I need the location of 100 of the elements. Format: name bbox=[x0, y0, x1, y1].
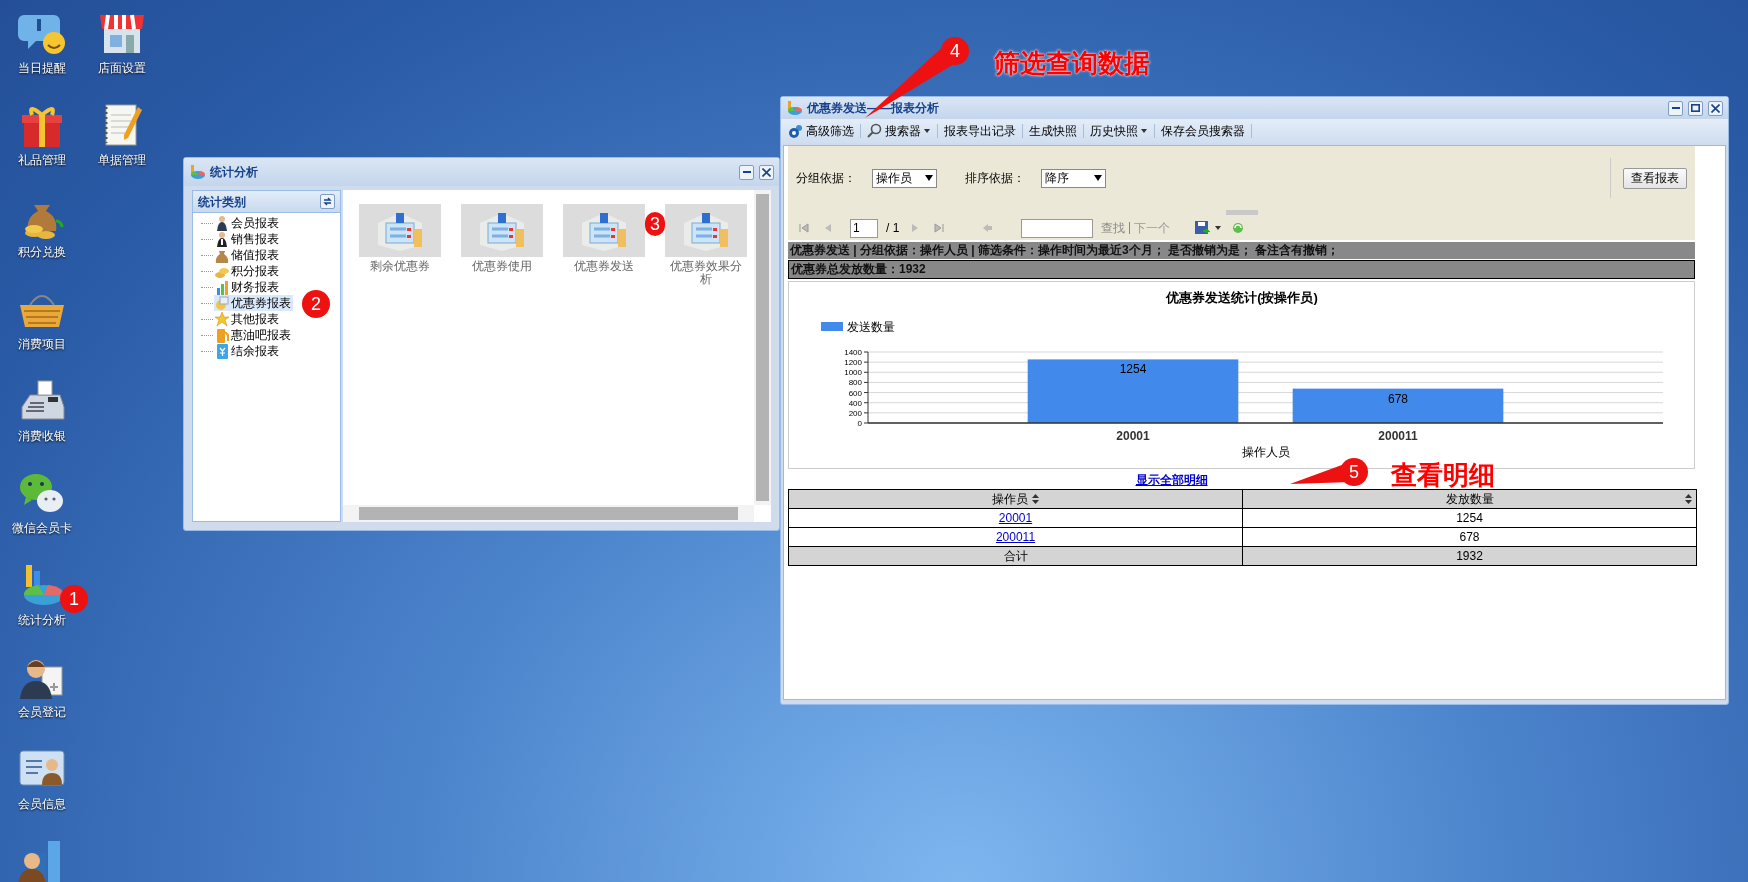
tick-label: 1000 bbox=[844, 368, 862, 378]
sort-icon bbox=[1685, 494, 1692, 504]
icon-label[interactable]: 消费项目 bbox=[11, 336, 73, 352]
filter-label: 分组依据： bbox=[796, 170, 856, 187]
tree-item[interactable]: 积分报表 bbox=[214, 263, 281, 279]
page-field[interactable]: 1 bbox=[850, 218, 878, 238]
tree-item[interactable]: 惠油吧报表 bbox=[214, 327, 293, 343]
icon-label[interactable]: 消费收银 bbox=[11, 428, 73, 444]
tick-label: 0 bbox=[857, 419, 862, 428]
caret-icon bbox=[1214, 225, 1223, 231]
first-page-button[interactable] bbox=[796, 220, 812, 236]
operator-link[interactable]: 20001 bbox=[998, 511, 1033, 525]
table-cell: 1932 bbox=[1242, 546, 1697, 566]
column-header[interactable]: 操作员 bbox=[788, 489, 1243, 509]
icon-label[interactable]: 会员信息 bbox=[11, 796, 73, 812]
icon-label[interactable]: 会员登记 bbox=[11, 704, 73, 720]
tile-label[interactable]: 优惠券使用 bbox=[461, 260, 543, 273]
collapse-handle[interactable] bbox=[1225, 210, 1258, 215]
icon-label[interactable]: 当日提醒 bbox=[11, 60, 73, 76]
sort-icon bbox=[1032, 494, 1039, 504]
close-button[interactable] bbox=[1708, 100, 1723, 116]
tree-item[interactable]: 财务报表 bbox=[214, 279, 281, 295]
businessman-icon bbox=[214, 215, 230, 231]
yen-icon bbox=[214, 343, 230, 359]
view-report-button[interactable]: 查看报表 bbox=[1623, 167, 1687, 189]
dropdown[interactable]: 降序 bbox=[1041, 168, 1106, 188]
icon-label[interactable]: 单据管理 bbox=[91, 152, 153, 168]
icon-label[interactable]: 积分兑换 bbox=[11, 244, 73, 260]
table-cell: 合计 bbox=[788, 546, 1243, 566]
step-marker: 4 bbox=[941, 37, 969, 65]
tree-item[interactable]: 会员报表 bbox=[214, 215, 281, 231]
tree-item[interactable]: 其他报表 bbox=[214, 311, 281, 327]
toolbar-button[interactable]: 高级筛选 bbox=[785, 121, 857, 141]
bar-chart-icon bbox=[214, 279, 230, 295]
last-page-icon bbox=[933, 222, 946, 234]
close-button[interactable] bbox=[759, 164, 774, 180]
toolbar-button[interactable]: 历史快照 bbox=[1087, 121, 1151, 141]
tree-item[interactable]: 结余报表 bbox=[214, 343, 281, 359]
summary-bar: 优惠券总发放数量：1932 bbox=[788, 260, 1695, 279]
tile-label[interactable]: 剩余优惠券 bbox=[359, 260, 441, 273]
legend-label: 发送数量 bbox=[847, 320, 895, 334]
app-icon bbox=[786, 100, 802, 116]
annotation-label: 筛选查询数据 bbox=[994, 47, 1150, 80]
maximize-icon bbox=[1691, 104, 1700, 112]
report-tile[interactable] bbox=[359, 204, 441, 257]
column-header[interactable]: 发放数量 bbox=[1242, 489, 1697, 509]
caret-icon bbox=[923, 128, 931, 134]
filter-label: 排序依据： bbox=[965, 170, 1025, 187]
person-icon bbox=[214, 231, 230, 247]
tile-label[interactable]: 优惠券发送 bbox=[563, 260, 645, 273]
table-cell: 678 bbox=[1242, 527, 1697, 547]
tick-label: 1200 bbox=[844, 358, 862, 368]
window-title: 统计分析 bbox=[210, 164, 258, 181]
report-tile[interactable] bbox=[461, 204, 543, 257]
coupon-icon bbox=[214, 295, 230, 311]
category-label: 200011 bbox=[1378, 429, 1418, 443]
minimize-button[interactable] bbox=[739, 164, 754, 180]
tree-item[interactable]: 销售报表 bbox=[214, 231, 281, 247]
icon-label[interactable]: 统计分析 bbox=[11, 612, 73, 628]
tick-label: 600 bbox=[848, 388, 862, 398]
fuel-pump-icon bbox=[214, 327, 230, 343]
tree-item[interactable]: 优惠券报表 bbox=[214, 295, 293, 311]
first-page-icon bbox=[798, 222, 810, 234]
data-label: 1254 bbox=[1119, 362, 1147, 377]
summary-bar: 优惠券发送 | 分组依据：操作人员 | 筛选条件：操作时间为最近3个月； 是否撤销为是； 备注含有撤销； bbox=[788, 242, 1695, 259]
horizontal-scrollbar[interactable] bbox=[343, 505, 754, 522]
save-button[interactable] bbox=[1194, 220, 1223, 236]
back-icon bbox=[981, 222, 994, 234]
tree-item[interactable]: 储值报表 bbox=[214, 247, 281, 263]
chart-title: 优惠券发送统计(按操作员) bbox=[1166, 290, 1318, 305]
category-label: 20001 bbox=[1116, 429, 1150, 443]
minimize-button[interactable] bbox=[1668, 100, 1683, 116]
toolbar-button[interactable]: 生成快照 bbox=[1026, 121, 1080, 141]
refresh-icon bbox=[322, 196, 333, 207]
refresh-button[interactable] bbox=[320, 194, 335, 209]
dropdown[interactable]: 操作员 bbox=[872, 168, 937, 188]
panel-title: 统计类别 bbox=[198, 193, 247, 211]
toolbar-button[interactable]: 报表导出记录 bbox=[941, 121, 1019, 141]
report-tile[interactable] bbox=[563, 204, 645, 257]
star-icon bbox=[214, 311, 230, 327]
tile-label[interactable]: 优惠券效果分析 bbox=[665, 260, 747, 286]
tick-label: 200 bbox=[848, 408, 862, 418]
search-icon bbox=[867, 123, 883, 139]
icon-label[interactable]: 店面设置 bbox=[91, 60, 153, 76]
caret-icon bbox=[925, 175, 933, 181]
vertical-scrollbar[interactable] bbox=[754, 190, 771, 505]
data-label: 678 bbox=[1388, 391, 1408, 406]
toolbar-button[interactable]: 保存会员搜索器 bbox=[1158, 121, 1248, 141]
icon-label[interactable]: 礼品管理 bbox=[11, 152, 73, 168]
operator-link[interactable]: 200011 bbox=[995, 530, 1036, 544]
show-details-link[interactable]: 显示全部明细 bbox=[1135, 471, 1208, 487]
toolbar-button[interactable]: 搜索器 bbox=[864, 121, 934, 141]
icon-label[interactable]: 微信会员卡 bbox=[11, 520, 73, 536]
tick-label: 400 bbox=[848, 398, 862, 408]
caret-icon bbox=[1140, 128, 1148, 134]
search-field[interactable] bbox=[1021, 218, 1094, 238]
maximize-button[interactable] bbox=[1688, 100, 1703, 116]
caret-icon bbox=[1094, 175, 1102, 181]
tick-label: 1400 bbox=[844, 348, 862, 357]
report-tile[interactable] bbox=[665, 204, 747, 257]
